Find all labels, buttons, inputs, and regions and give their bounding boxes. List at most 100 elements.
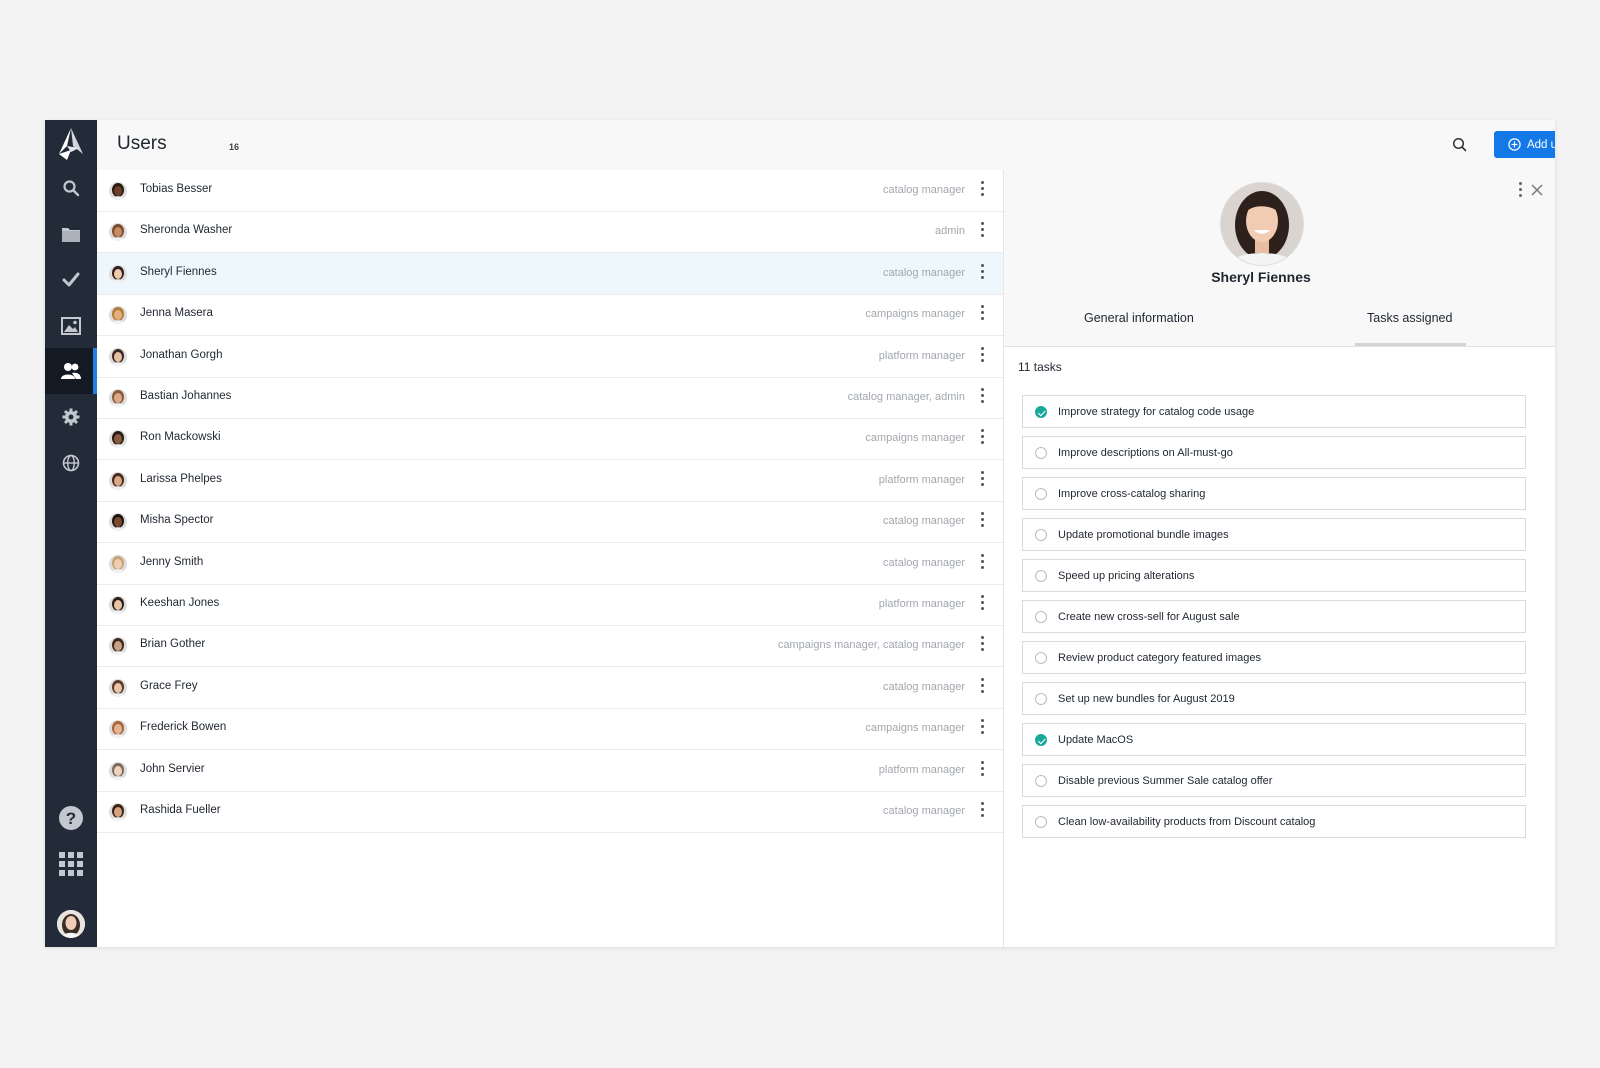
checked-circle-icon[interactable] bbox=[1035, 406, 1047, 418]
avatar bbox=[109, 513, 127, 532]
add-user-button[interactable]: Add user bbox=[1494, 131, 1555, 158]
nav-images-icon[interactable] bbox=[45, 303, 97, 349]
user-row[interactable]: Grace Frey catalog manager bbox=[97, 667, 1003, 709]
panel-more-icon[interactable] bbox=[1517, 182, 1523, 200]
row-more-icon[interactable] bbox=[979, 636, 985, 654]
user-name[interactable]: Brian Gother bbox=[140, 638, 205, 650]
user-row[interactable]: Bastian Johannes catalog manager, admin bbox=[97, 377, 1003, 419]
unchecked-circle-icon[interactable] bbox=[1035, 529, 1047, 541]
user-name[interactable]: Grace Frey bbox=[140, 680, 198, 692]
nav-search-icon[interactable] bbox=[45, 165, 97, 211]
apps-grid-icon[interactable] bbox=[45, 841, 97, 887]
row-more-icon[interactable] bbox=[979, 305, 985, 323]
user-row[interactable]: Sheryl Fiennes catalog manager bbox=[97, 252, 1003, 295]
unchecked-circle-icon[interactable] bbox=[1035, 775, 1047, 787]
row-more-icon[interactable] bbox=[979, 677, 985, 696]
task-item[interactable]: Clean low-availability products from Dis… bbox=[1022, 805, 1526, 838]
sidebar: ? bbox=[45, 120, 97, 947]
user-role: catalog manager bbox=[883, 556, 965, 569]
user-role: catalog manager bbox=[883, 515, 965, 528]
user-row[interactable]: Brian Gother campaigns manager, catalog m… bbox=[97, 625, 1003, 668]
user-name[interactable]: Tobias Besser bbox=[140, 183, 212, 195]
unchecked-circle-icon[interactable] bbox=[1035, 652, 1047, 664]
user-name[interactable]: Jonathan Gorgh bbox=[140, 349, 222, 361]
task-item[interactable]: Improve cross-catalog sharing bbox=[1022, 477, 1526, 510]
row-more-icon[interactable] bbox=[979, 595, 985, 613]
row-more-icon[interactable] bbox=[979, 429, 985, 447]
user-name[interactable]: Larissa Phelpes bbox=[140, 473, 222, 485]
user-role: platform manager bbox=[878, 598, 965, 610]
row-more-icon[interactable] bbox=[979, 802, 985, 820]
user-name[interactable]: Bastian Johannes bbox=[140, 390, 231, 402]
row-more-icon[interactable] bbox=[979, 388, 985, 406]
avatar bbox=[109, 306, 127, 325]
unchecked-circle-icon[interactable] bbox=[1035, 611, 1047, 623]
user-name[interactable]: Keeshan Jones bbox=[140, 597, 219, 609]
user-row[interactable]: Larissa Phelpes platform manager bbox=[97, 460, 1003, 502]
row-more-icon[interactable] bbox=[979, 512, 985, 530]
task-item[interactable]: Review product category featured images bbox=[1022, 641, 1526, 674]
active-tab-indicator bbox=[1355, 343, 1466, 346]
user-row[interactable]: Rashida Fueller catalog manager bbox=[97, 791, 1003, 833]
user-row[interactable]: Sheronda Washer admin bbox=[97, 211, 1003, 254]
search-icon[interactable] bbox=[1451, 136, 1469, 154]
user-name[interactable]: Sheronda Washer bbox=[140, 224, 232, 236]
tab-tasks-assigned[interactable]: Tasks assigned bbox=[1367, 311, 1452, 325]
task-item[interactable]: Improve strategy for catalog code usage bbox=[1022, 395, 1526, 428]
row-more-icon[interactable] bbox=[979, 263, 985, 282]
user-role: campaigns manager bbox=[865, 432, 965, 445]
task-label: Disable previous Summer Sale catalog off… bbox=[1058, 775, 1273, 787]
user-name[interactable]: Sheryl Fiennes bbox=[140, 266, 217, 278]
close-icon[interactable] bbox=[1530, 183, 1544, 197]
checked-circle-icon[interactable] bbox=[1035, 734, 1047, 746]
user-name[interactable]: John Servier bbox=[140, 763, 205, 775]
user-row[interactable]: Misha Spector catalog manager bbox=[97, 501, 1003, 544]
row-more-icon[interactable] bbox=[979, 760, 985, 779]
nav-settings-icon[interactable] bbox=[45, 394, 97, 440]
task-item[interactable]: Update promotional bundle images bbox=[1022, 518, 1526, 551]
logo-icon[interactable] bbox=[53, 124, 89, 164]
user-row[interactable]: Jonathan Gorgh platform manager bbox=[97, 336, 1003, 378]
row-more-icon[interactable] bbox=[979, 346, 985, 365]
plus-circle-icon bbox=[1508, 138, 1521, 151]
current-user-avatar[interactable] bbox=[57, 910, 85, 938]
unchecked-circle-icon[interactable] bbox=[1035, 447, 1047, 459]
row-more-icon[interactable] bbox=[979, 222, 985, 240]
unchecked-circle-icon[interactable] bbox=[1035, 488, 1047, 500]
tasks-count: 11 tasks bbox=[1018, 360, 1062, 374]
user-row[interactable]: Frederick Bowen campaigns manager bbox=[97, 708, 1003, 751]
user-row[interactable]: John Servier platform manager bbox=[97, 750, 1003, 792]
task-item[interactable]: Set up new bundles for August 2019 bbox=[1022, 682, 1526, 715]
tab-general-information[interactable]: General information bbox=[1084, 311, 1194, 325]
row-more-icon[interactable] bbox=[979, 181, 985, 199]
user-row[interactable]: Jenna Masera campaigns manager bbox=[97, 294, 1003, 337]
user-name[interactable]: Ron Mackowski bbox=[140, 431, 221, 443]
unchecked-circle-icon[interactable] bbox=[1035, 570, 1047, 582]
user-name[interactable]: Rashida Fueller bbox=[140, 804, 221, 816]
unchecked-circle-icon[interactable] bbox=[1035, 816, 1047, 828]
user-name[interactable]: Frederick Bowen bbox=[140, 721, 226, 733]
nav-globe-icon[interactable] bbox=[45, 440, 97, 486]
user-name[interactable]: Misha Spector bbox=[140, 514, 214, 526]
task-item[interactable]: Disable previous Summer Sale catalog off… bbox=[1022, 764, 1526, 797]
unchecked-circle-icon[interactable] bbox=[1035, 693, 1047, 705]
row-more-icon[interactable] bbox=[979, 470, 985, 489]
task-label: Update promotional bundle images bbox=[1058, 529, 1229, 541]
user-row[interactable]: Jenny Smith catalog manager bbox=[97, 543, 1003, 585]
task-item[interactable]: Improve descriptions on All-must-go bbox=[1022, 436, 1526, 469]
user-name[interactable]: Jenny Smith bbox=[140, 556, 203, 568]
nav-tasks-icon[interactable] bbox=[45, 257, 97, 303]
user-row[interactable]: Keeshan Jones platform manager bbox=[97, 584, 1003, 626]
row-more-icon[interactable] bbox=[979, 553, 985, 572]
row-more-icon[interactable] bbox=[979, 719, 985, 737]
nav-folder-icon[interactable] bbox=[45, 211, 97, 257]
user-row[interactable]: Tobias Besser catalog manager bbox=[97, 170, 1003, 212]
app-window: ? Users 16 Add user Tobias Besser catalog… bbox=[45, 120, 1555, 947]
task-item[interactable]: Create new cross-sell for August sale bbox=[1022, 600, 1526, 633]
nav-users-icon[interactable] bbox=[45, 348, 97, 394]
user-name[interactable]: Jenna Masera bbox=[140, 307, 213, 319]
help-icon[interactable]: ? bbox=[45, 795, 97, 841]
user-row[interactable]: Ron Mackowski campaigns manager bbox=[97, 418, 1003, 461]
task-item[interactable]: Speed up pricing alterations bbox=[1022, 559, 1526, 592]
task-item[interactable]: Update MacOS bbox=[1022, 723, 1526, 756]
